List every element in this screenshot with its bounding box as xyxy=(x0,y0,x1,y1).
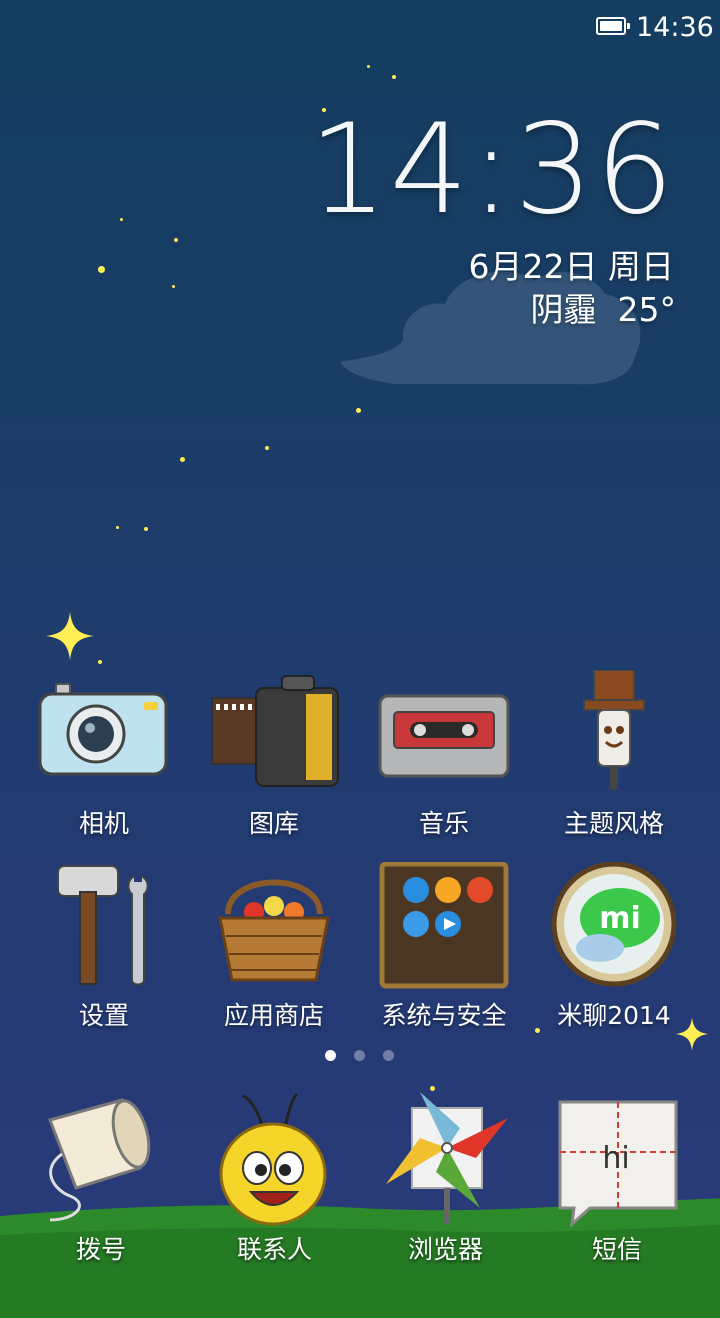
folder-board-icon xyxy=(374,861,514,992)
status-time: 14:36 xyxy=(636,12,714,43)
sparkle-icon xyxy=(46,612,94,660)
page-dot[interactable] xyxy=(383,1050,394,1061)
app-system-security[interactable]: 系统与安全 xyxy=(359,861,529,1032)
app-label: 音乐 xyxy=(418,809,469,838)
app-store[interactable]: 应用商店 xyxy=(189,862,359,1032)
app-label: 设置 xyxy=(78,1001,129,1030)
hammer-wrench-icon xyxy=(34,862,174,992)
cassette-icon xyxy=(374,670,514,800)
page-dot-active[interactable] xyxy=(325,1050,336,1061)
page-dot[interactable] xyxy=(354,1050,365,1061)
dock-label: 短信 xyxy=(592,1235,643,1264)
app-camera[interactable]: 相机 xyxy=(19,670,189,840)
message-card-icon: hi xyxy=(558,1100,678,1228)
app-settings[interactable]: 设置 xyxy=(19,862,189,1032)
app-mi-chat[interactable]: mi 米聊2014 xyxy=(529,861,699,1032)
scarecrow-icon xyxy=(544,669,684,800)
app-label: 图库 xyxy=(248,809,299,838)
hi-glyph: hi xyxy=(602,1141,629,1176)
app-theme[interactable]: 主题风格 xyxy=(529,669,699,840)
bee-icon xyxy=(219,1092,327,1226)
battery-icon xyxy=(596,17,630,35)
clock-date: 6月22日 周日 xyxy=(468,247,674,286)
app-label: 主题风格 xyxy=(563,809,664,838)
dock-contacts[interactable]: 联系人 xyxy=(205,1088,345,1264)
dock-messages[interactable]: hi 短信 xyxy=(550,1092,690,1264)
dock-browser[interactable]: 浏览器 xyxy=(380,1088,520,1264)
pinwheel-icon xyxy=(386,1092,508,1224)
app-gallery[interactable]: 图库 xyxy=(189,670,359,840)
dock-phone[interactable]: 拨号 xyxy=(30,1090,170,1264)
basket-icon xyxy=(204,862,344,992)
dock-label: 拨号 xyxy=(76,1235,127,1264)
app-label: 系统与安全 xyxy=(381,1001,507,1030)
dock-label: 联系人 xyxy=(237,1235,313,1264)
paper-cup-phone-icon xyxy=(48,1098,151,1222)
clock-time: 14:36 xyxy=(308,98,676,242)
app-label: 米聊2014 xyxy=(557,1001,671,1030)
film-roll-icon xyxy=(204,670,344,800)
mi-glyph: mi xyxy=(599,901,641,936)
app-label: 相机 xyxy=(78,809,129,838)
camera-icon xyxy=(34,670,174,800)
app-label: 应用商店 xyxy=(223,1001,324,1030)
dock-label: 浏览器 xyxy=(408,1235,484,1264)
status-bar: 14:36 xyxy=(0,0,720,52)
mi-chat-icon: mi xyxy=(544,861,684,992)
weather-text: 阴霾 25° xyxy=(530,290,676,329)
app-music[interactable]: 音乐 xyxy=(359,670,529,840)
